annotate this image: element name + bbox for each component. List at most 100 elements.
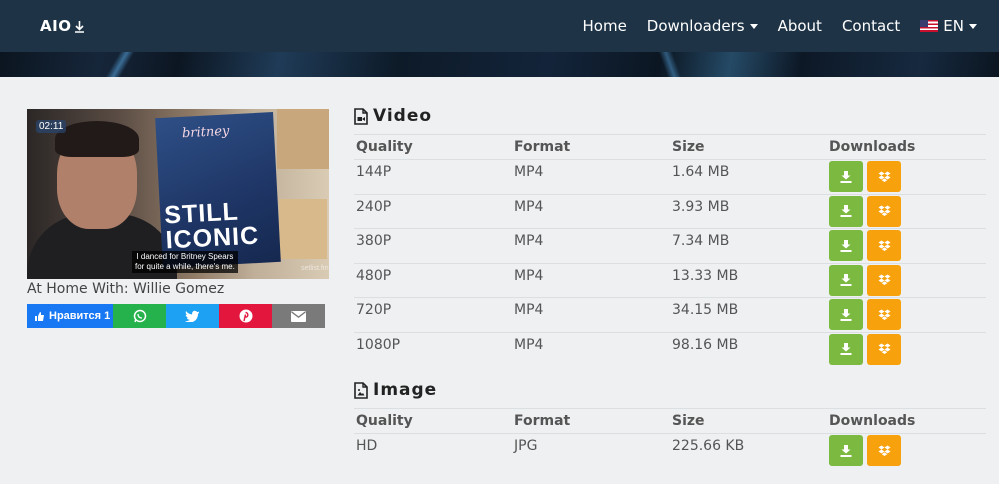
download-icon [840, 170, 852, 183]
thumbnail-book-title: britney [181, 123, 230, 142]
download-button[interactable] [829, 161, 863, 193]
save-to-dropbox-button[interactable] [867, 435, 901, 467]
video-table-row: 240P MP4 3.93 MB [354, 193, 986, 229]
dropbox-icon [878, 240, 890, 251]
whatsapp-share-button[interactable] [113, 304, 166, 328]
dropbox-icon [878, 205, 890, 217]
thumbnail-caption: I danced for Britney Spears for quite a w… [132, 251, 238, 273]
image-section-label: Image [373, 380, 438, 400]
language-selector[interactable]: EN [910, 17, 987, 35]
downloads-cell [829, 264, 905, 298]
language-label: EN [943, 17, 964, 35]
download-icon [840, 239, 852, 252]
thumbs-up-icon [35, 311, 44, 321]
caret-down-icon [749, 23, 758, 29]
nav-about-label: About [777, 17, 822, 35]
twitter-share-button[interactable] [166, 304, 219, 328]
downloads-cell [829, 298, 905, 332]
download-button[interactable] [829, 195, 863, 227]
video-table-row: 480P MP4 13.33 MB [354, 262, 986, 298]
nav-home[interactable]: Home [573, 17, 637, 35]
quality-cell: 480P [356, 267, 392, 284]
save-to-dropbox-button[interactable] [867, 299, 901, 331]
save-to-dropbox-button[interactable] [867, 161, 901, 193]
size-cell: 7.34 MB [672, 233, 730, 249]
nav-home-label: Home [582, 17, 627, 35]
size-cell: 1.64 MB [672, 164, 730, 180]
format-cell: MP4 [514, 233, 544, 249]
col-format: Format [514, 413, 571, 429]
book-text-line-2: ICONIC [164, 221, 260, 255]
video-table-row: 720P MP4 34.15 MB [354, 297, 986, 332]
download-icon [840, 205, 852, 218]
duration-badge: 02:11 [36, 120, 67, 133]
thumbnail-person-hair [55, 121, 139, 157]
quality-cell: 380P [356, 233, 392, 249]
navbar: AIO Home Downloaders About Contact EN [0, 0, 999, 52]
video-thumbnail[interactable]: britney STILL ICONIC I danced for Britney… [27, 109, 329, 279]
download-icon [840, 343, 852, 356]
email-share-button[interactable] [272, 304, 325, 328]
col-format: Format [514, 139, 571, 155]
downloads-cell [829, 333, 905, 367]
image-table-header: Quality Format Size Downloads [354, 408, 986, 433]
thumbnail-cabinet [277, 109, 329, 169]
image-file-icon [354, 381, 368, 399]
caption-line-1: I danced for Britney Spears [136, 252, 234, 261]
facebook-like-button[interactable]: Нравится 1 [27, 304, 113, 328]
size-cell: 34.15 MB [672, 302, 739, 318]
video-table-row: 380P MP4 7.34 MB [354, 228, 986, 263]
col-downloads: Downloads [829, 139, 916, 155]
us-flag-icon [920, 20, 939, 32]
size-cell: 13.33 MB [672, 267, 739, 284]
nav-contact-label: Contact [841, 17, 901, 35]
col-downloads: Downloads [829, 413, 916, 429]
thumbnail-cabinet-lower [279, 199, 327, 259]
video-table-row: 144P MP4 1.64 MB [354, 159, 986, 194]
download-button[interactable] [829, 435, 863, 467]
nav-downloaders[interactable]: Downloaders [637, 17, 768, 35]
downloads-cell [829, 229, 905, 263]
download-button[interactable] [829, 230, 863, 262]
col-size: Size [672, 413, 705, 429]
format-cell: MP4 [514, 198, 544, 215]
download-icon [75, 20, 85, 33]
col-quality: Quality [356, 413, 413, 429]
envelope-icon [291, 310, 306, 322]
save-to-dropbox-button[interactable] [867, 264, 901, 296]
save-to-dropbox-button[interactable] [867, 333, 901, 365]
quality-cell: 720P [356, 302, 392, 318]
size-cell: 225.66 KB [672, 438, 745, 454]
caret-down-icon [969, 23, 977, 29]
format-cell: MP4 [514, 336, 544, 353]
nav-contact[interactable]: Contact [832, 17, 910, 35]
video-section-title: Video [354, 106, 432, 126]
download-icon [840, 308, 852, 321]
video-section-label: Video [373, 106, 433, 126]
quality-cell: 144P [356, 164, 392, 180]
hero-banner [0, 52, 999, 77]
format-cell: MP4 [514, 164, 544, 180]
quality-cell: 240P [356, 198, 392, 215]
thumbnail-watermark: setlist.fm [301, 265, 329, 272]
pinterest-share-button[interactable] [219, 304, 272, 328]
dropbox-icon [878, 445, 890, 456]
save-to-dropbox-button[interactable] [867, 230, 901, 262]
pinterest-icon [239, 309, 252, 323]
download-button[interactable] [829, 333, 863, 365]
download-icon [840, 444, 852, 457]
dropbox-icon [878, 309, 890, 320]
nav-about[interactable]: About [768, 17, 832, 35]
quality-cell: 1080P [356, 336, 401, 353]
thumbnail-book-text: STILL ICONIC [164, 198, 260, 255]
downloads-cell [829, 160, 905, 194]
download-button[interactable] [829, 299, 863, 331]
dropbox-icon [878, 343, 890, 355]
download-button[interactable] [829, 264, 863, 296]
video-file-icon [354, 107, 368, 125]
save-to-dropbox-button[interactable] [867, 195, 901, 227]
logo-text: AIO [40, 17, 72, 35]
logo[interactable]: AIO [40, 16, 85, 36]
image-section-title: Image [354, 380, 437, 400]
quality-cell: HD [356, 438, 378, 454]
